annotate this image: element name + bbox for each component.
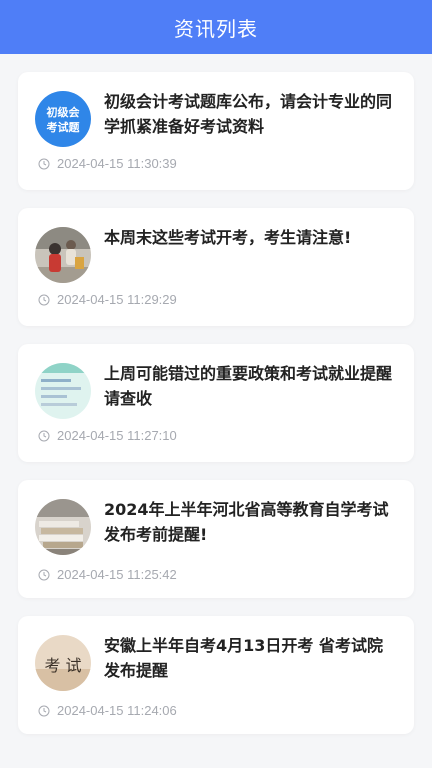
- news-time: 2024-04-15 11:25:42: [57, 567, 177, 582]
- news-meta: 2024-04-15 11:24:06: [38, 703, 177, 718]
- news-thumbnail: [35, 363, 91, 419]
- news-time: 2024-04-15 11:29:29: [57, 292, 177, 307]
- thumb-text: 考 试: [44, 656, 81, 675]
- thumb-text-bottom: 考试题: [47, 120, 81, 134]
- news-thumbnail: [35, 227, 91, 283]
- news-time: 2024-04-15 11:24:06: [57, 703, 177, 718]
- news-meta: 2024-04-15 11:30:39: [38, 156, 177, 171]
- clock-icon: [38, 569, 50, 580]
- news-time: 2024-04-15 11:27:10: [57, 428, 177, 443]
- news-item[interactable]: 2024年上半年河北省高等教育自学考试发布考前提醒! 2024-04-15 11…: [18, 480, 414, 598]
- news-item[interactable]: 初级会 考试题 初级会计考试题库公布，请会计专业的同学抓紧准备好考试资料 202…: [18, 72, 414, 190]
- news-title[interactable]: 安徽上半年自考4月13日开考 省考试院发布提醒: [104, 633, 394, 683]
- clock-icon: [38, 430, 50, 441]
- news-meta: 2024-04-15 11:25:42: [38, 567, 177, 582]
- news-title[interactable]: 上周可能错过的重要政策和考试就业提醒请查收: [104, 361, 394, 411]
- news-time: 2024-04-15 11:30:39: [57, 156, 177, 171]
- news-thumbnail: 初级会 考试题: [35, 91, 91, 147]
- thumb-text-top: 初级会: [47, 105, 81, 119]
- clock-icon: [38, 705, 50, 716]
- news-thumbnail: 考 试: [35, 635, 91, 691]
- news-title[interactable]: 本周末这些考试开考，考生请注意!: [104, 225, 394, 250]
- news-meta: 2024-04-15 11:27:10: [38, 428, 177, 443]
- news-title[interactable]: 2024年上半年河北省高等教育自学考试发布考前提醒!: [104, 497, 394, 547]
- news-thumbnail: [35, 499, 91, 555]
- news-item[interactable]: 考 试 安徽上半年自考4月13日开考 省考试院发布提醒 2024-04-15 1…: [18, 616, 414, 734]
- news-item[interactable]: 上周可能错过的重要政策和考试就业提醒请查收 2024-04-15 11:27:1…: [18, 344, 414, 462]
- page-title: 资讯列表: [174, 16, 258, 41]
- clock-icon: [38, 294, 50, 305]
- news-item[interactable]: 本周末这些考试开考，考生请注意! 2024-04-15 11:29:29: [18, 208, 414, 326]
- news-meta: 2024-04-15 11:29:29: [38, 292, 177, 307]
- news-title[interactable]: 初级会计考试题库公布，请会计专业的同学抓紧准备好考试资料: [104, 89, 394, 139]
- clock-icon: [38, 158, 50, 169]
- app-header: 资讯列表: [0, 0, 432, 54]
